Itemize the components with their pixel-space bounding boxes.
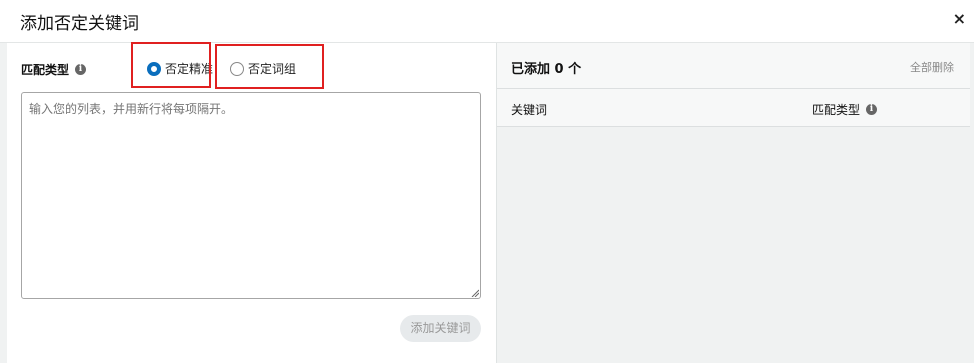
- added-count: 已添加 0 个: [511, 62, 582, 77]
- dialog-title: 添加否定关键词: [20, 14, 139, 34]
- radio-checked-icon[interactable]: [147, 61, 161, 76]
- info-icon[interactable]: i: [866, 104, 878, 115]
- radio-negative-phrase-label: 否定词组: [248, 62, 297, 76]
- match-type-text: 匹配类型: [21, 63, 70, 77]
- table-header: 关键词 匹配类型 i: [497, 89, 970, 127]
- radio-negative-exact[interactable]: 否定精准: [147, 60, 213, 77]
- dialog-header: 添加否定关键词 ×: [0, 0, 974, 43]
- radio-negative-exact-label: 否定精准: [165, 62, 214, 76]
- close-icon[interactable]: ×: [953, 10, 966, 28]
- left-edge-shade: [0, 43, 7, 363]
- radio-unchecked-icon[interactable]: [230, 61, 244, 76]
- remove-all-link[interactable]: 全部删除: [910, 59, 954, 75]
- column-match-type-label: 匹配类型: [812, 103, 861, 117]
- radio-negative-phrase[interactable]: 否定词组: [230, 60, 296, 77]
- keyword-list-input[interactable]: [21, 92, 481, 299]
- info-icon[interactable]: i: [75, 64, 87, 75]
- match-type-label: 匹配类型 i: [21, 61, 87, 78]
- column-match-type: 匹配类型 i: [812, 101, 878, 118]
- column-keyword: 关键词: [511, 103, 548, 117]
- added-panel-header: 已添加 0 个 全部删除: [497, 43, 970, 89]
- added-keywords-panel: 已添加 0 个 全部删除 关键词 匹配类型 i: [496, 43, 970, 363]
- add-keywords-button[interactable]: 添加关键词: [400, 315, 481, 342]
